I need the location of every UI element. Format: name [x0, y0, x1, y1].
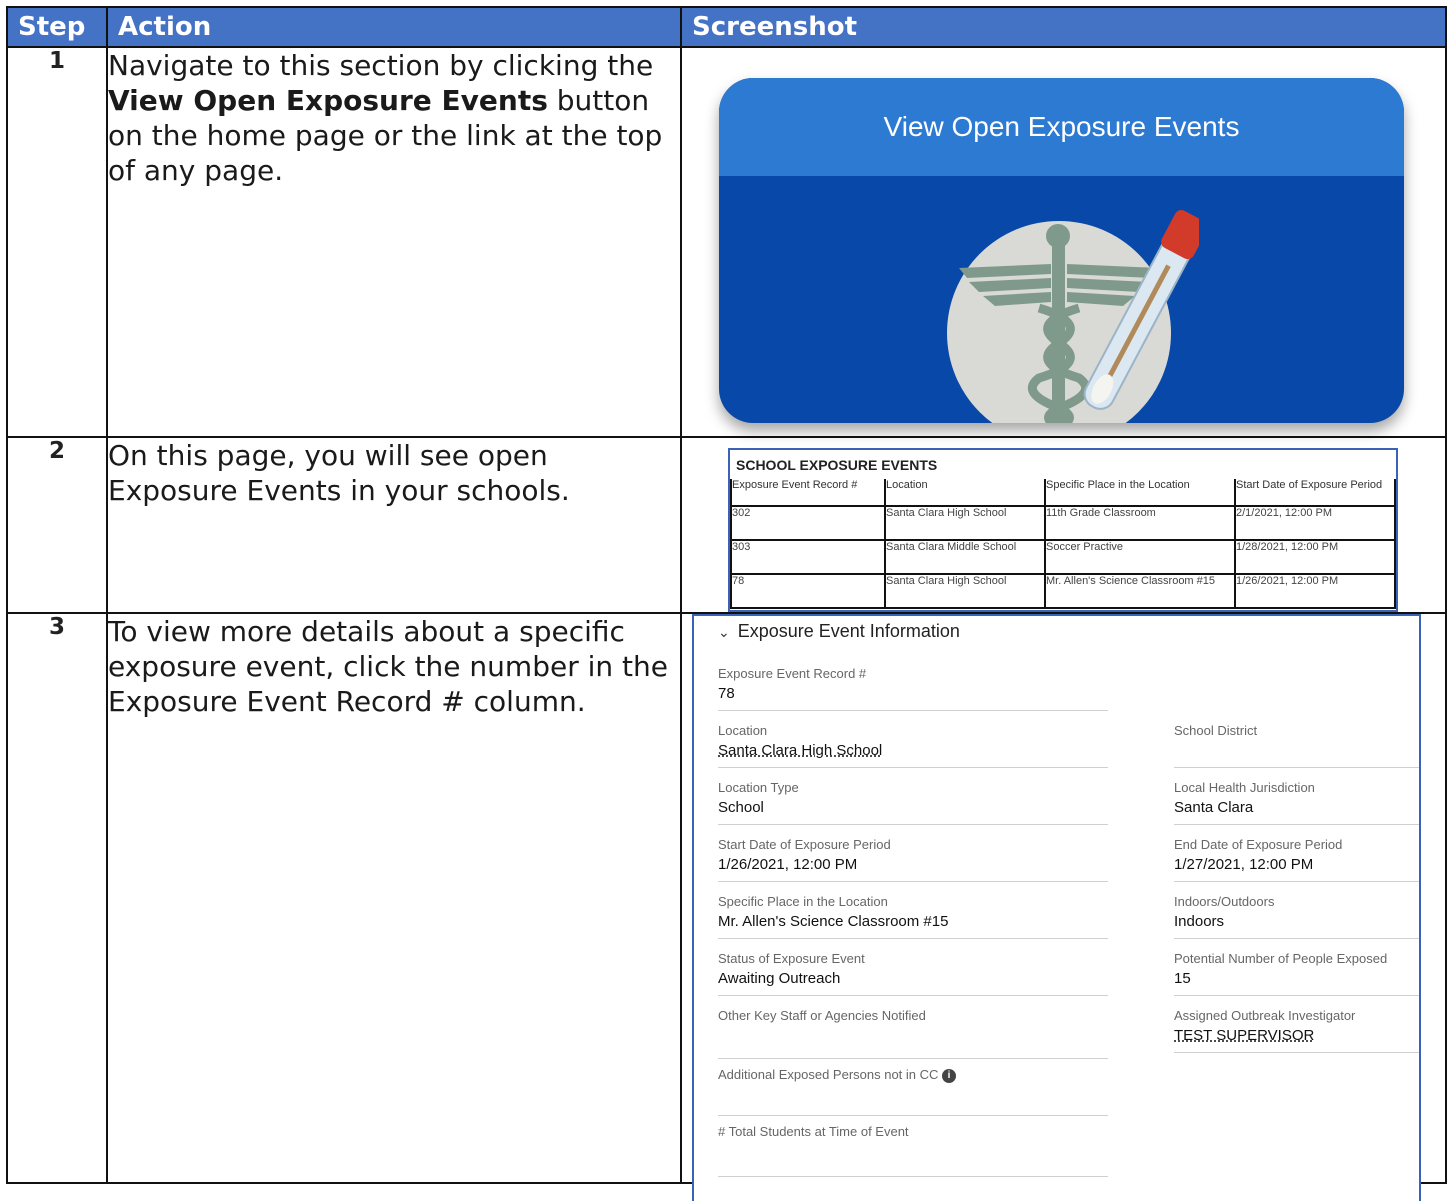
field-label: Status of Exposure Event: [718, 951, 865, 966]
cell-place: Soccer Practive: [1044, 539, 1236, 575]
exposure-event-information-panel: ⌄ Exposure Event Information Exposure Eve…: [692, 614, 1421, 1201]
field-label: Additional Exposed Persons not in CC: [718, 1067, 939, 1082]
field-value: 1/26/2021, 12:00 PM: [718, 856, 858, 873]
field-label: # Total Students at Time of Event: [718, 1124, 909, 1139]
field-value: Awaiting Outreach: [718, 970, 841, 987]
table-row: 302 Santa Clara High School 11th Grade C…: [730, 505, 1396, 541]
field-location: Location Santa Clara High School: [718, 723, 1108, 768]
step-1-text: Navigate to this section by clicking the…: [106, 46, 682, 438]
field-label: End Date of Exposure Period: [1174, 837, 1343, 852]
step-3-text: To view more details about a specific ex…: [106, 612, 682, 1184]
field-total-students: # Total Students at Time of Event: [718, 1124, 1108, 1177]
col-start-date[interactable]: Start Date of Exposure Period: [1234, 479, 1396, 507]
field-label: Exposure Event Record #: [718, 666, 867, 681]
field-label: Indoors/Outdoors: [1174, 894, 1275, 909]
field-school-district: School District: [1174, 723, 1419, 768]
col-place[interactable]: Specific Place in the Location: [1044, 479, 1236, 507]
field-indoors-outdoors: Indoors/Outdoors Indoors: [1174, 894, 1419, 939]
field-potential-exposed: Potential Number of People Exposed 15: [1174, 951, 1419, 996]
record-link[interactable]: 78: [730, 573, 886, 609]
field-value: 78: [718, 685, 735, 702]
location-link[interactable]: Santa Clara High School: [718, 742, 1108, 759]
field-value: School: [718, 799, 764, 816]
cell-start-date: 1/28/2021, 12:00 PM: [1234, 539, 1396, 575]
header-step: Step: [6, 6, 108, 48]
field-location-type: Location Type School: [718, 780, 1108, 825]
button-label: View Open Exposure Events: [719, 78, 1404, 176]
step-2-text: On this page, you will see open Exposure…: [106, 436, 682, 614]
step-1-screenshot: View Open Exposure Events: [680, 46, 1447, 438]
field-lhj: Local Health Jurisdiction Santa Clara: [1174, 780, 1419, 825]
field-label: Potential Number of People Exposed: [1174, 951, 1388, 966]
cell-start-date: 1/26/2021, 12:00 PM: [1234, 573, 1396, 609]
instructions-table: Step Action Screenshot 1 Navigate to thi…: [6, 6, 1447, 1201]
field-label: Assigned Outbreak Investigator: [1174, 1008, 1356, 1023]
field-value: 15: [1174, 970, 1191, 987]
school-exposure-events-table: SCHOOL EXPOSURE EVENTS Exposure Event Re…: [728, 448, 1398, 612]
header-action: Action: [106, 6, 682, 48]
cell-location: Santa Clara High School: [884, 573, 1046, 609]
field-specific-place: Specific Place in the Location Mr. Allen…: [718, 894, 1108, 939]
record-link[interactable]: 302: [730, 505, 886, 541]
field-label: Location Type: [718, 780, 799, 795]
step-3-screenshot: ⌄ Exposure Event Information Exposure Eve…: [680, 612, 1447, 1201]
field-start-date: Start Date of Exposure Period 1/26/2021,…: [718, 837, 1108, 882]
cell-location: Santa Clara Middle School: [884, 539, 1046, 575]
field-investigator: Assigned Outbreak Investigator TEST SUPE…: [1174, 1008, 1419, 1053]
field-value: Mr. Allen's Science Classroom #15: [718, 913, 949, 930]
info-icon[interactable]: i: [942, 1068, 957, 1083]
record-link[interactable]: 303: [730, 539, 886, 575]
field-label: Local Health Jurisdiction: [1174, 780, 1315, 795]
header-screenshot: Screenshot: [680, 6, 1447, 48]
school-events-title: SCHOOL EXPOSURE EVENTS: [736, 457, 938, 473]
step-number-2: 2: [6, 436, 108, 614]
field-label: Specific Place in the Location: [718, 894, 888, 909]
cell-place: Mr. Allen's Science Classroom #15: [1044, 573, 1236, 609]
field-label: Start Date of Exposure Period: [718, 837, 891, 852]
field-other-staff: Other Key Staff or Agencies Notified: [718, 1008, 1108, 1059]
field-label: School District: [1174, 723, 1258, 738]
caduceus-test-tube-icon: [947, 210, 1199, 423]
table-row: 303 Santa Clara Middle School Soccer Pra…: [730, 539, 1396, 575]
field-end-date: End Date of Exposure Period 1/27/2021, 1…: [1174, 837, 1419, 882]
step-number-1: 1: [6, 46, 108, 438]
chevron-down-icon: ⌄: [718, 624, 730, 640]
field-record: Exposure Event Record # 78: [718, 666, 1108, 711]
table-row: 78 Santa Clara High School Mr. Allen's S…: [730, 573, 1396, 609]
cell-start-date: 2/1/2021, 12:00 PM: [1234, 505, 1396, 541]
step-2-screenshot: SCHOOL EXPOSURE EVENTS Exposure Event Re…: [680, 436, 1447, 614]
field-status: Status of Exposure Event Awaiting Outrea…: [718, 951, 1108, 996]
field-value: Santa Clara: [1174, 799, 1254, 816]
field-label: Other Key Staff or Agencies Notified: [718, 1008, 926, 1023]
col-record[interactable]: Exposure Event Record #: [730, 479, 886, 507]
field-value: Indoors: [1174, 913, 1225, 930]
view-open-exposure-events-button[interactable]: View Open Exposure Events: [719, 78, 1404, 423]
cell-location: Santa Clara High School: [884, 505, 1046, 541]
section-header[interactable]: ⌄ Exposure Event Information: [694, 616, 1419, 653]
step-number-3: 3: [6, 612, 108, 1184]
col-location[interactable]: Location: [884, 479, 1046, 507]
cell-place: 11th Grade Classroom: [1044, 505, 1236, 541]
field-additional-exposed: Additional Exposed Persons not in CC i: [718, 1067, 1108, 1116]
section-title: Exposure Event Information: [737, 621, 960, 641]
field-value: 1/27/2021, 12:00 PM: [1174, 856, 1314, 873]
field-label: Location: [718, 723, 768, 738]
investigator-link[interactable]: TEST SUPERVISOR: [1174, 1027, 1419, 1044]
